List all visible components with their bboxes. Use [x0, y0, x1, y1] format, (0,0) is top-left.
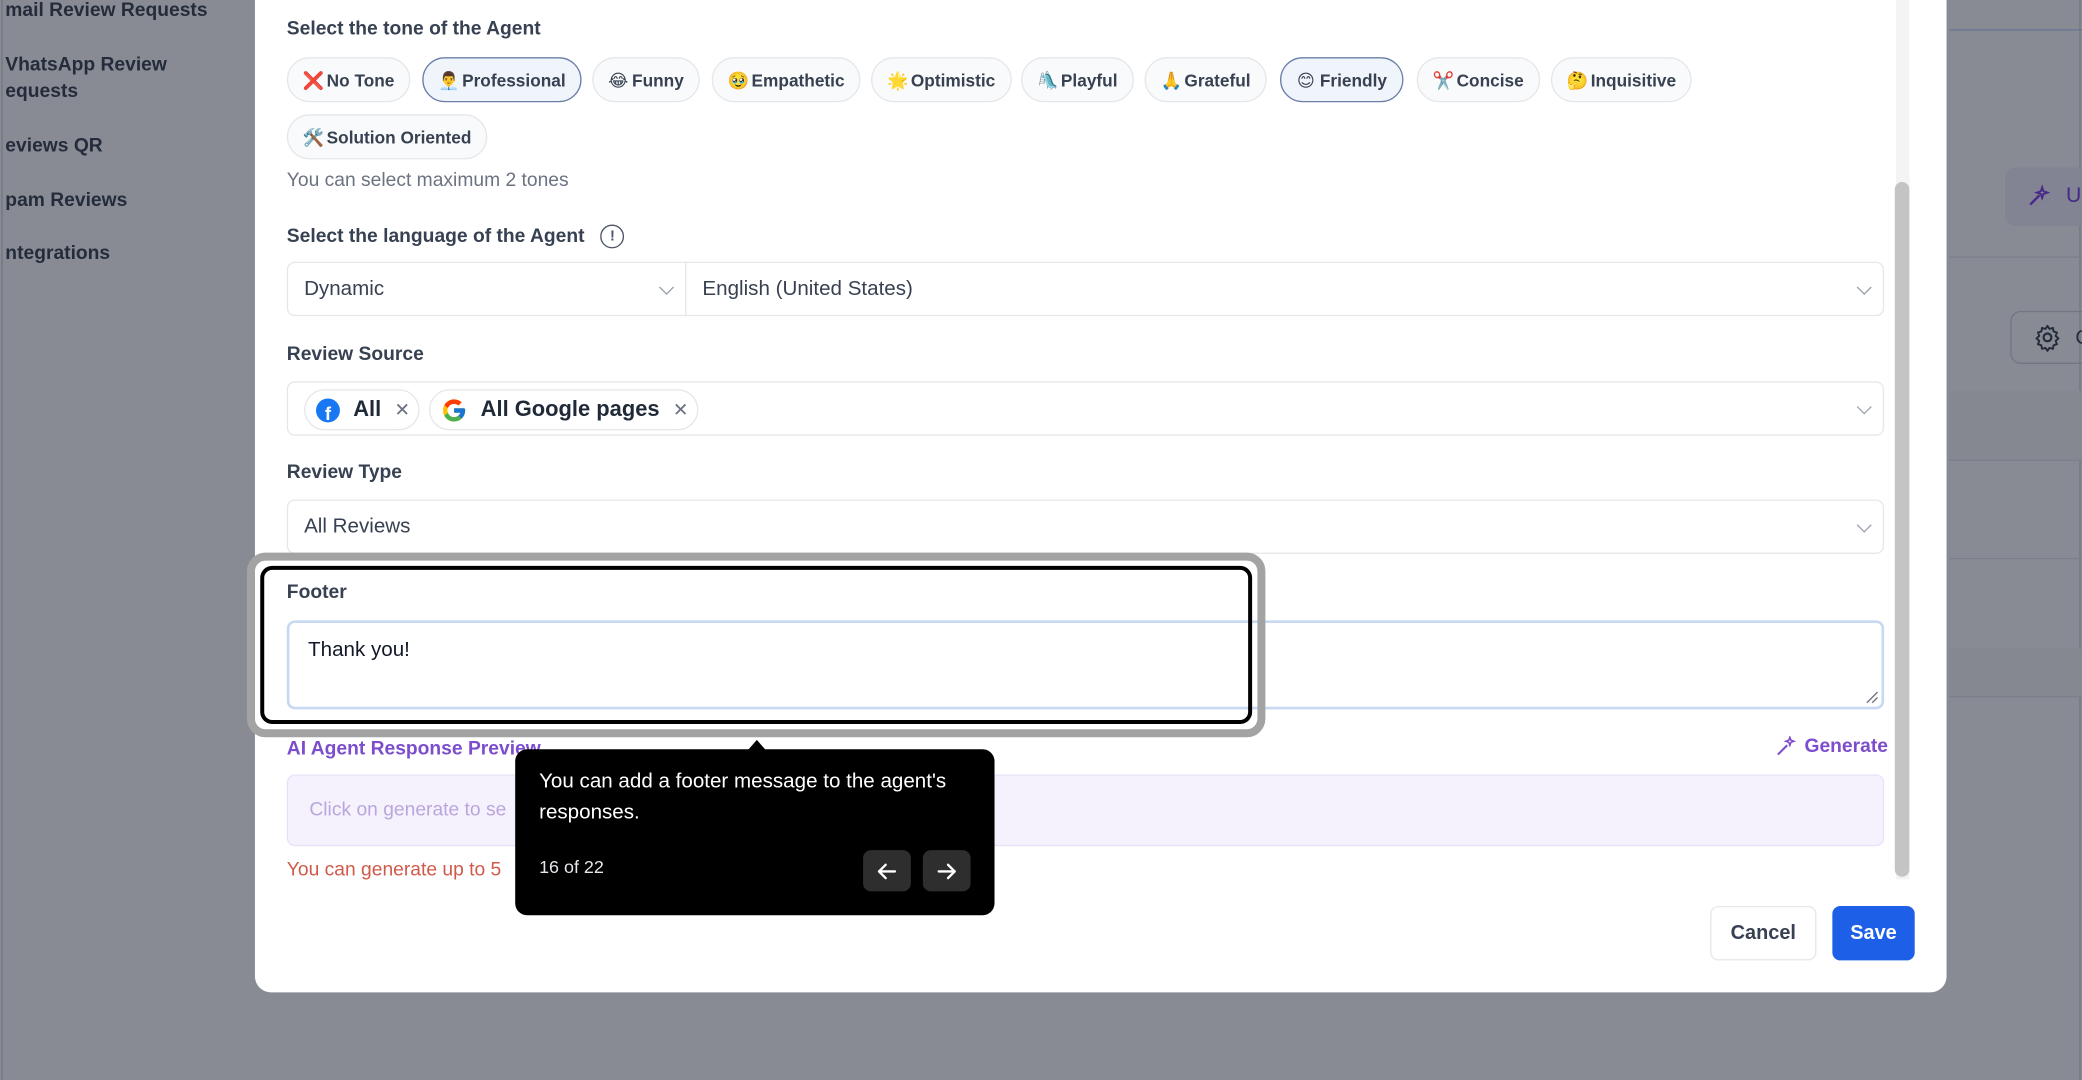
tone-chip-label: Grateful [1184, 69, 1251, 90]
tour-highlight-inner [260, 565, 1253, 724]
tone-chip-empathetic[interactable]: 🥹 Empathetic [711, 57, 861, 103]
tone-chip-label: Funny [632, 69, 684, 90]
scrollbar-thumb[interactable] [1894, 181, 1910, 877]
language-label: Select the language of the Agent ! [286, 224, 625, 249]
slide-icon: 🛝 [1037, 69, 1059, 90]
generation-limit-text: You can generate up to 5 [286, 859, 502, 881]
tone-hint: You can select maximum 2 tones [286, 170, 569, 192]
tone-chip-label: Solution Oriented [326, 126, 472, 147]
chevron-down-icon [1856, 279, 1872, 295]
tone-label: Select the tone of the Agent [287, 19, 541, 40]
language-value: English (United States) [702, 276, 913, 300]
ai-agent-modal: Select the tone of the Agent ❌ No Tone 👨‍… [254, 0, 1947, 993]
tone-chip-label: Concise [1456, 69, 1524, 90]
scissors-icon: ✂️ [1432, 69, 1455, 90]
close-icon[interactable]: ✕ [673, 399, 689, 422]
review-source-chip-facebook: f All ✕ [304, 389, 420, 431]
language-label-text: Select the language of the Agent [286, 225, 585, 248]
empathetic-icon: 🥹 [727, 69, 750, 90]
language-mode-value: Dynamic [304, 276, 385, 300]
tour-prev-button[interactable] [863, 850, 911, 892]
cross-icon: ❌ [302, 69, 325, 90]
preview-placeholder: Click on generate to se [309, 799, 507, 821]
tone-chip-label: Inquisitive [1590, 69, 1677, 90]
review-type-label: Review Type [287, 462, 402, 483]
tour-tooltip: You can add a footer message to the agen… [515, 749, 995, 916]
tour-highlight [246, 552, 1266, 738]
tone-chip-optimistic[interactable]: 🌟 Optimistic [871, 57, 1012, 103]
tone-chip-label: Empathetic [751, 69, 845, 90]
smile-icon: 😊 [1296, 69, 1315, 90]
thinking-icon: 🤔 [1566, 69, 1589, 90]
facebook-icon: f [316, 397, 340, 422]
tone-chip-friendly[interactable]: 😊 Friendly [1279, 57, 1403, 103]
review-type-label-text: Review Type [286, 462, 403, 484]
tone-chip-label: Optimistic [910, 69, 996, 90]
tone-chip-professional[interactable]: 👨‍💼 Professional [422, 57, 582, 103]
tone-chip-concise[interactable]: ✂️ Concise [1416, 57, 1540, 103]
cancel-button[interactable]: Cancel [1710, 905, 1817, 961]
tone-chip-label: Playful [1060, 69, 1118, 90]
tone-chip-no-tone[interactable]: ❌ No Tone [286, 57, 411, 103]
tone-chip-playful[interactable]: 🛝 Playful [1021, 57, 1134, 103]
resize-grip-icon[interactable] [1866, 691, 1879, 704]
chevron-down-icon [1856, 398, 1872, 414]
tone-chip-grateful[interactable]: 🙏 Grateful [1144, 57, 1267, 103]
chevron-down-icon [1856, 517, 1872, 533]
stage: mail Review Requests VhatsApp Review equ… [0, 0, 2082, 1080]
tone-label-text: Select the tone of the Agent [286, 18, 541, 40]
info-icon[interactable]: ! [600, 224, 625, 249]
generate-button[interactable]: Generate [1775, 735, 1888, 758]
chevron-down-icon [659, 279, 675, 295]
star-icon: 🌟 [886, 69, 909, 90]
preview-title: AI Agent Response Preview [286, 738, 541, 760]
tour-message: You can add a footer message to the agen… [539, 770, 947, 824]
generate-button-label: Generate [1804, 735, 1888, 758]
review-source-chip-google: All Google pages ✕ [428, 389, 698, 431]
tone-chip-funny[interactable]: 😂 Funny [592, 57, 700, 103]
review-source-chip-label: All Google pages [480, 397, 660, 422]
praying-hands-icon: 🙏 [1160, 69, 1182, 90]
tools-icon: 🛠️ [302, 126, 325, 147]
tone-chip-label: Professional [462, 69, 566, 90]
google-icon [443, 398, 466, 421]
review-type-value: All Reviews [304, 514, 411, 538]
tone-chip-label: No Tone [326, 69, 395, 90]
tone-chip-label: Friendly [1319, 69, 1387, 90]
tour-progress: 16 of 22 [539, 856, 604, 877]
close-icon[interactable]: ✕ [394, 399, 410, 422]
review-source-chip-label: All [353, 397, 382, 422]
arrow-left-icon [877, 862, 897, 879]
tour-next-button[interactable] [922, 850, 971, 892]
review-source-label: Review Source [287, 344, 424, 365]
language-select[interactable]: English (United States) [685, 261, 1885, 317]
review-source-label-text: Review Source [286, 344, 424, 366]
review-source-select[interactable]: f All ✕ All Google pages ✕ [286, 381, 1885, 436]
review-type-select[interactable]: All Reviews [286, 499, 1885, 554]
tone-chip-inquisitive[interactable]: 🤔 Inquisitive [1550, 57, 1693, 103]
save-button[interactable]: Save [1832, 905, 1915, 961]
professional-icon: 👨‍💼 [438, 69, 460, 90]
laughing-icon: 😂 [608, 69, 629, 90]
magic-wand-icon [1777, 735, 1797, 756]
tone-chip-solution-oriented[interactable]: 🛠️ Solution Oriented [286, 114, 488, 160]
arrow-right-icon [937, 862, 956, 879]
language-mode-select[interactable]: Dynamic [286, 261, 687, 317]
